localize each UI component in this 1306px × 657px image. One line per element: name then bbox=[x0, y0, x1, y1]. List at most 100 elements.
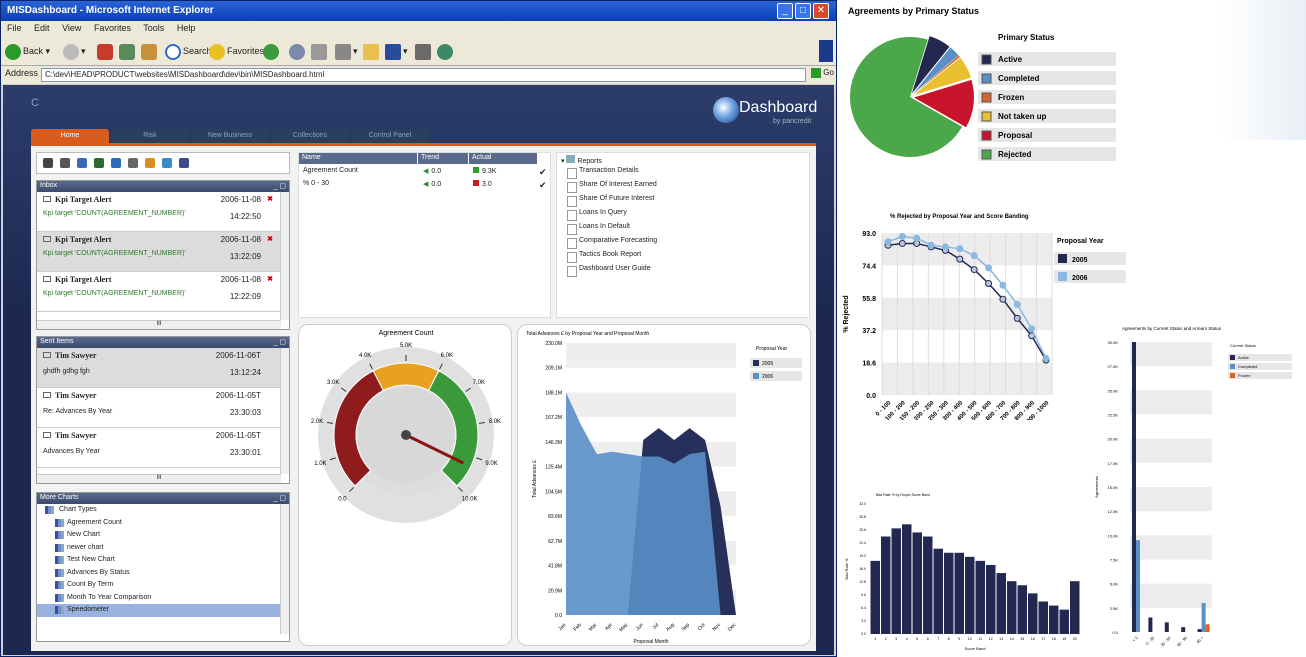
messenger-button[interactable]: ▾ bbox=[385, 42, 408, 60]
chart-type-item[interactable]: Test New Chart bbox=[37, 554, 289, 567]
chart-icon bbox=[55, 606, 64, 614]
report-item[interactable]: Share Of Interest Earned bbox=[557, 181, 809, 195]
print-button[interactable] bbox=[311, 42, 329, 60]
arrows-icon[interactable] bbox=[94, 158, 104, 168]
report-item[interactable]: Loans In Default bbox=[557, 223, 809, 237]
chart-type-item[interactable]: Month To Year Comparison bbox=[37, 592, 289, 605]
grid-icon[interactable] bbox=[43, 158, 53, 168]
inbox-item[interactable]: Kpi Target Alert 2006-11-08 14:22:50 ✖ Kpi t… bbox=[37, 192, 281, 232]
bar bbox=[1205, 624, 1210, 632]
inbox-item[interactable]: Kpi Target Alert 2006-11-08 13:22:09 ✖ Kpi t… bbox=[37, 232, 281, 272]
menu-edit[interactable]: Edit bbox=[34, 23, 50, 33]
edit-button[interactable]: ▾ bbox=[335, 42, 358, 60]
tab-collections[interactable]: Collections bbox=[271, 129, 349, 143]
kpi-actual: 3.0 bbox=[473, 180, 492, 188]
stop-button[interactable] bbox=[97, 42, 115, 60]
chart-type-item[interactable]: Agreement Count bbox=[37, 517, 289, 530]
y-tick-label: 125.4M bbox=[545, 465, 562, 471]
forward-button[interactable]: ▾ bbox=[63, 42, 86, 60]
tab-control-panel[interactable]: Control Panel bbox=[351, 129, 429, 143]
inbox-time: 12:22:09 bbox=[229, 292, 261, 301]
inbox-hscroll[interactable]: III bbox=[37, 320, 281, 329]
play-icon[interactable] bbox=[179, 158, 189, 168]
favorites-button[interactable]: Favorites bbox=[209, 42, 264, 60]
menu-help[interactable]: Help bbox=[177, 23, 196, 33]
report-item[interactable]: Loans In Query bbox=[557, 209, 809, 223]
delete-icon[interactable]: ✖ bbox=[267, 195, 273, 203]
inbox-scrollbar[interactable] bbox=[280, 192, 289, 320]
report-item[interactable]: Tactics Book Report bbox=[557, 251, 809, 265]
chart-type-item[interactable]: Count By Term bbox=[37, 579, 289, 592]
go-button[interactable]: Go bbox=[811, 68, 834, 78]
sent-hscroll[interactable]: III bbox=[37, 474, 281, 483]
gauge-tick-label: 2.0K bbox=[311, 419, 323, 425]
report-item[interactable]: Transaction Details bbox=[557, 167, 809, 181]
x-tick-label: May bbox=[618, 622, 629, 633]
legend-label: Frozen bbox=[998, 93, 1024, 102]
reports-root[interactable]: ▾ Reports bbox=[557, 153, 809, 167]
media-button[interactable] bbox=[289, 42, 307, 60]
maximize-button[interactable]: □ bbox=[795, 3, 811, 19]
home-icon[interactable] bbox=[77, 158, 87, 168]
mail-icon[interactable] bbox=[60, 158, 70, 168]
kpi-col-name: Name bbox=[299, 153, 417, 164]
sent-items-panel: Sent Items _ ▢ Tim Sawyer 2006-11-06T 13:12… bbox=[36, 336, 290, 484]
inbox-panel: Inbox _ ▢ Kpi Target Alert 2006-11-08 14:22… bbox=[36, 180, 290, 330]
address-input[interactable]: C:\dev\HEAD\PRODUCT\websites\MISDashboar… bbox=[41, 68, 806, 82]
panel-window-controls[interactable]: _ ▢ bbox=[274, 338, 286, 346]
panel-window-controls[interactable]: _ ▢ bbox=[274, 182, 286, 190]
window-icon[interactable] bbox=[128, 158, 138, 168]
refresh-icon[interactable] bbox=[111, 158, 121, 168]
kpi-col-trend: Trend bbox=[418, 153, 468, 164]
back-button[interactable]: Back ▾ bbox=[5, 42, 50, 60]
chart-type-item[interactable]: newer chart bbox=[37, 542, 289, 555]
stop-icon bbox=[97, 43, 113, 60]
status-square-icon bbox=[473, 180, 479, 186]
y-tick-label: 7.5K bbox=[1110, 558, 1119, 563]
refresh-button[interactable] bbox=[119, 42, 137, 60]
chart-icon[interactable] bbox=[145, 158, 155, 168]
home-button[interactable] bbox=[141, 42, 159, 60]
tab-risk[interactable]: Risk bbox=[111, 129, 189, 143]
history-button[interactable] bbox=[263, 42, 281, 60]
sent-item[interactable]: Tim Sawyer 2006-11-05T 23:30:01 Advances By… bbox=[37, 428, 281, 468]
report-item[interactable]: Share Of Future Interest bbox=[557, 195, 809, 209]
x-tick-label: Jul bbox=[651, 622, 660, 631]
search-button[interactable]: Search bbox=[165, 42, 212, 60]
research-button[interactable] bbox=[415, 42, 433, 60]
report-item[interactable]: Comparative Forecasting bbox=[557, 237, 809, 251]
y-tick-label: 188.1M bbox=[545, 390, 562, 396]
report-item[interactable]: Dashboard User Guide bbox=[557, 265, 809, 279]
sent-item[interactable]: Tim Sawyer 2006-11-06T 13:12:24 ghdfh gdhg … bbox=[37, 348, 281, 388]
globe-icon[interactable] bbox=[162, 158, 172, 168]
tab-home[interactable]: Home bbox=[31, 129, 109, 143]
chart-type-item[interactable]: Speedometer bbox=[37, 604, 289, 617]
sent-item[interactable]: Tim Sawyer 2006-11-05T 23:30:03 Re: Advance… bbox=[37, 388, 281, 428]
minimize-button[interactable]: _ bbox=[777, 3, 793, 19]
delete-icon[interactable]: ✖ bbox=[267, 275, 273, 283]
kpi-checkbox[interactable]: ✔ bbox=[539, 167, 547, 178]
bar bbox=[1148, 617, 1153, 632]
charts-scrollbar[interactable] bbox=[280, 504, 289, 634]
inbox-item[interactable]: Kpi Target Alert 2006-11-08 12:22:09 ✖ Kpi t… bbox=[37, 272, 281, 312]
y-tick-label: 15.0K bbox=[1108, 485, 1119, 490]
menu-file[interactable]: File bbox=[7, 23, 22, 33]
menu-view[interactable]: View bbox=[62, 23, 81, 33]
tab-new-business[interactable]: New Business bbox=[191, 129, 269, 143]
x-tick-label: 15 bbox=[1020, 637, 1024, 641]
chart-type-item[interactable]: New Chart bbox=[37, 529, 289, 542]
chart-type-item[interactable]: Advances By Status bbox=[37, 567, 289, 580]
sent-scrollbar[interactable] bbox=[280, 348, 289, 474]
pie-legend-title: Primary Status bbox=[998, 33, 1055, 42]
menu-tools[interactable]: Tools bbox=[143, 23, 164, 33]
panel-window-controls[interactable]: _ ▢ bbox=[274, 494, 286, 502]
folder-button[interactable] bbox=[363, 42, 381, 60]
tree-root-chart-types[interactable]: Chart Types bbox=[37, 504, 289, 517]
tools-button[interactable] bbox=[437, 42, 455, 60]
close-button[interactable]: ✕ bbox=[813, 3, 829, 19]
kpi-checkbox[interactable]: ✔ bbox=[539, 180, 547, 191]
menu-bar: File Edit View Favorites Tools Help bbox=[1, 21, 836, 36]
refresh-icon bbox=[119, 43, 135, 60]
menu-favorites[interactable]: Favorites bbox=[94, 23, 131, 33]
delete-icon[interactable]: ✖ bbox=[267, 235, 273, 243]
